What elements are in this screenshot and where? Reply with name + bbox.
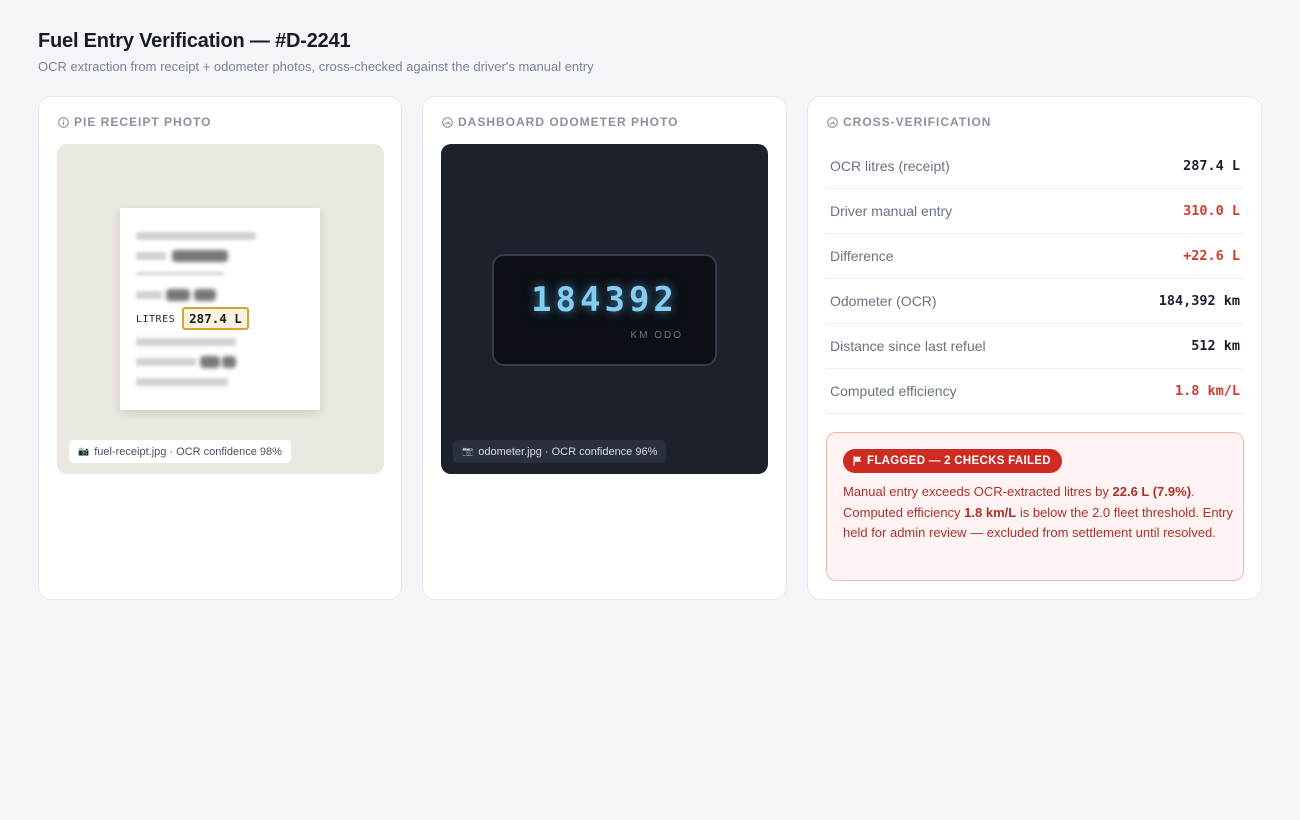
blurred-divider <box>136 272 224 275</box>
verification-row: Computed efficiency 1.8 km/L <box>826 369 1244 414</box>
cross-verification-card: CROSS-VERIFICATION OCR litres (receipt) … <box>807 96 1262 600</box>
verification-table: OCR litres (receipt) 287.4 L Driver manu… <box>826 144 1244 414</box>
row-label-difference: Difference <box>830 248 894 264</box>
receipt-caption-text: fuel-receipt.jpg · OCR confidence 98% <box>94 445 282 458</box>
alert-highlight-efficiency: 1.8 km/L <box>964 504 1017 520</box>
odometer-card-title-text: DASHBOARD ODOMETER PHOTO <box>458 115 679 129</box>
odometer-card-title: DASHBOARD ODOMETER PHOTO <box>442 115 678 129</box>
receipt-card-title-text: PIE RECEIPT PHOTO <box>74 115 212 129</box>
redacted-text <box>222 356 236 368</box>
flagged-badge-text: FLAGGED — 2 CHECKS FAILED <box>867 455 1051 467</box>
gauge-icon <box>442 116 453 128</box>
verification-row: Distance since last refuel 512 km <box>826 324 1244 369</box>
verification-card-title: CROSS-VERIFICATION <box>827 115 991 129</box>
redacted-text <box>194 289 216 301</box>
blurred-text <box>136 358 196 366</box>
row-value-difference: +22.6 L <box>1183 248 1240 264</box>
flagged-alert-message: Manual entry exceeds OCR-extracted litre… <box>843 482 1235 544</box>
camera-icon: 📷 <box>78 446 90 456</box>
row-label-efficiency: Computed efficiency <box>830 383 957 399</box>
page-title: Fuel Entry Verification — #D-2241 <box>38 30 351 52</box>
verification-row: Odometer (OCR) 184,392 km <box>826 279 1244 324</box>
odometer-reading: 184392 <box>531 280 678 320</box>
row-label-ocr-litres: OCR litres (receipt) <box>830 158 950 174</box>
row-value-ocr-litres: 287.4 L <box>1183 158 1240 174</box>
flagged-alert: FLAGGED — 2 CHECKS FAILED Manual entry e… <box>826 432 1244 581</box>
info-icon <box>58 116 69 128</box>
row-value-efficiency: 1.8 km/L <box>1174 383 1240 399</box>
blurred-text <box>136 232 256 240</box>
redacted-text <box>200 356 220 368</box>
odometer-unit: KM ODO <box>630 330 683 341</box>
odometer-photo[interactable]: 184392 KM ODO 📷 odometer.jpg · OCR confi… <box>441 144 768 474</box>
page-header: Fuel Entry Verification — #D-2241 OCR ex… <box>38 30 594 74</box>
redacted-text <box>172 250 228 262</box>
alert-text-part: Manual entry exceeds OCR-extracted litre… <box>843 484 1113 499</box>
odometer-caption-text: odometer.jpg · OCR confidence 96% <box>478 445 658 458</box>
odometer-photo-caption: 📷 odometer.jpg · OCR confidence 96% <box>453 440 667 463</box>
row-label-manual-entry: Driver manual entry <box>830 203 953 219</box>
odometer-photo-card: DASHBOARD ODOMETER PHOTO 184392 KM ODO 📷… <box>422 96 787 600</box>
flag-icon <box>853 456 862 466</box>
receipt-photo-caption: 📷 fuel-receipt.jpg · OCR confidence 98% <box>69 440 291 463</box>
row-value-manual-entry: 310.0 L <box>1183 203 1240 219</box>
odometer-display: 184392 KM ODO <box>492 254 717 366</box>
blurred-text <box>136 291 162 299</box>
receipt-paper: LITRES 287.4 L <box>120 208 320 410</box>
row-label-odometer: Odometer (OCR) <box>830 293 937 309</box>
alert-highlight-difference: 22.6 L (7.9%) <box>1112 484 1192 499</box>
blurred-text <box>136 338 236 346</box>
receipt-card-title: PIE RECEIPT PHOTO <box>58 115 211 129</box>
row-label-distance: Distance since last refuel <box>830 338 986 354</box>
redacted-text <box>166 289 190 301</box>
receipt-photo-card: PIE RECEIPT PHOTO LITRES 287.4 L 📷 fuel-… <box>38 96 402 600</box>
verification-row: Difference +22.6 L <box>826 234 1244 279</box>
blurred-text <box>136 378 228 386</box>
verification-row: OCR litres (receipt) 287.4 L <box>826 144 1244 189</box>
flagged-badge: FLAGGED — 2 CHECKS FAILED <box>843 449 1062 473</box>
page-subtitle: OCR extraction from receipt + odometer p… <box>38 59 594 74</box>
gauge-icon <box>827 116 838 128</box>
receipt-photo[interactable]: LITRES 287.4 L 📷 fuel-receipt.jpg · OCR … <box>57 144 384 474</box>
receipt-litres-highlight: 287.4 L <box>182 307 249 330</box>
row-value-odometer: 184,392 km <box>1158 293 1240 309</box>
row-value-distance: 512 km <box>1191 338 1240 354</box>
verification-card-title-text: CROSS-VERIFICATION <box>843 115 992 129</box>
verification-row: Driver manual entry 310.0 L <box>826 189 1244 234</box>
camera-icon: 📷 <box>462 446 474 456</box>
blurred-text <box>136 252 166 260</box>
receipt-litres-label: LITRES <box>136 314 176 325</box>
